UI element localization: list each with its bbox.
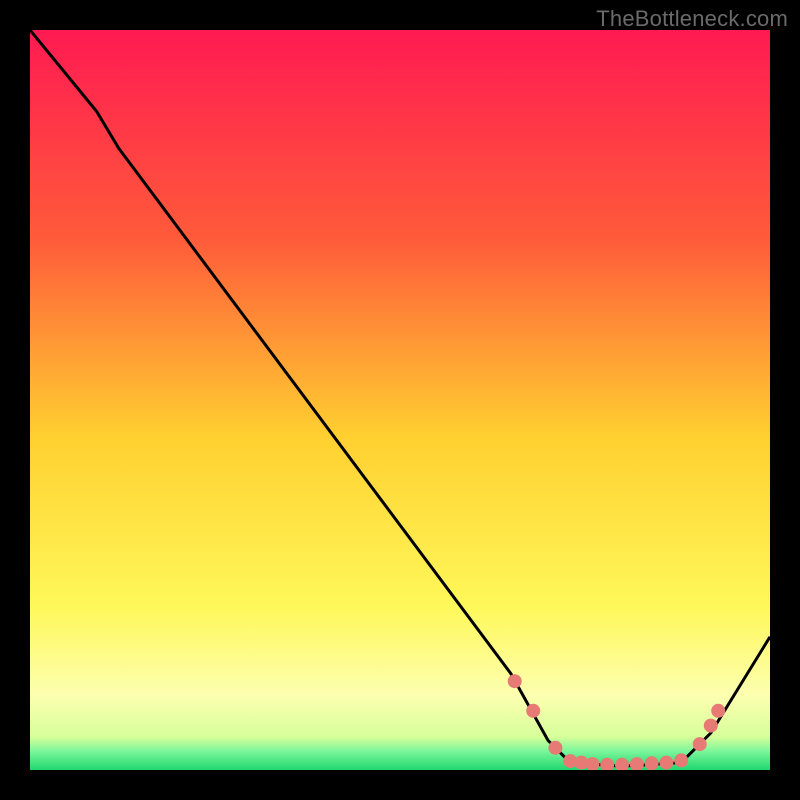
highlight-dot <box>704 719 718 733</box>
highlight-dot <box>645 756 659 770</box>
highlight-dots <box>508 674 726 770</box>
highlight-dot <box>630 757 644 770</box>
highlight-dot <box>548 741 562 755</box>
chart-container: TheBottleneck.com <box>0 0 800 800</box>
watermark-text: TheBottleneck.com <box>596 6 788 32</box>
highlight-dot <box>615 758 629 770</box>
highlight-dot <box>659 756 673 770</box>
highlight-dot <box>600 758 614 770</box>
highlight-dot <box>693 737 707 751</box>
data-curve <box>30 30 770 766</box>
highlight-dot <box>674 753 688 767</box>
highlight-dot <box>526 704 540 718</box>
highlight-dot <box>711 704 725 718</box>
highlight-dot <box>585 757 599 770</box>
plot-area <box>30 30 770 770</box>
highlight-dot <box>508 674 522 688</box>
chart-svg <box>30 30 770 770</box>
